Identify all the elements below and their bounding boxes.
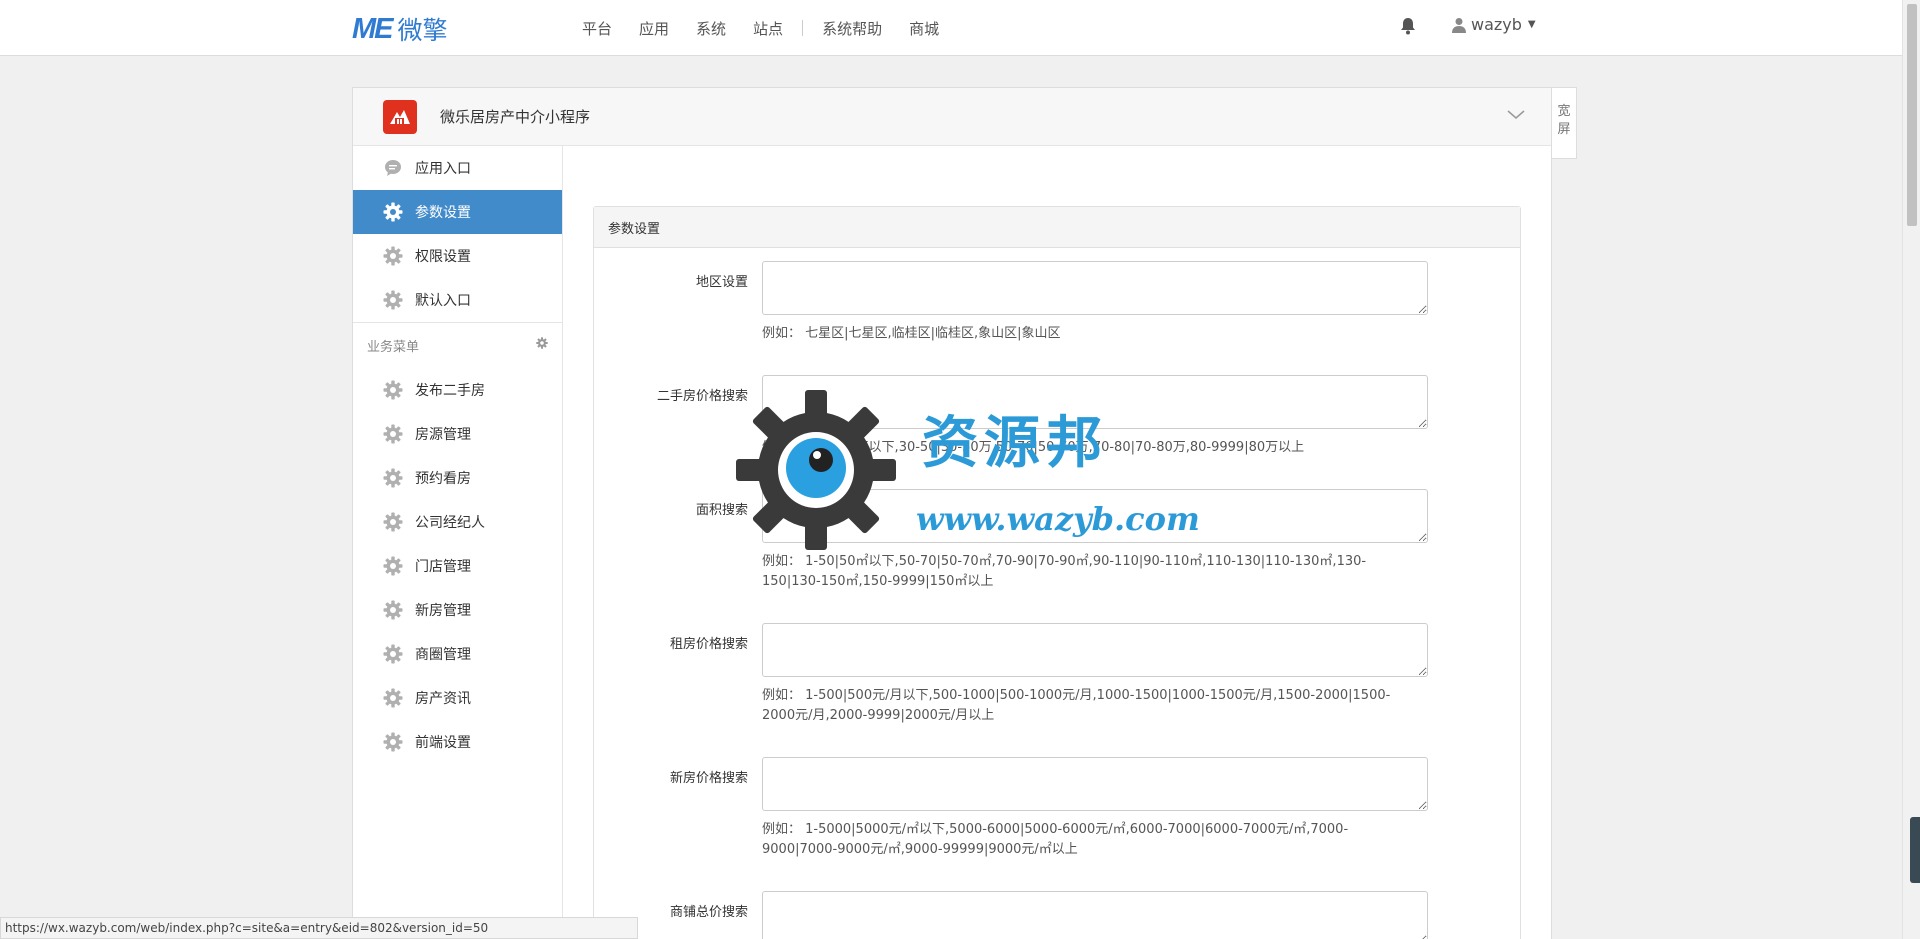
user-icon bbox=[1452, 17, 1466, 33]
nav-system[interactable]: 系统 bbox=[696, 18, 726, 39]
sidebar-item-business[interactable]: 门店管理 bbox=[353, 544, 562, 588]
nav-store[interactable]: 商城 bbox=[909, 18, 939, 39]
field-label: 租房价格搜索 bbox=[669, 637, 748, 652]
gear-icon bbox=[383, 600, 403, 620]
sidebar-item-permissions[interactable]: 权限设置 bbox=[353, 234, 562, 278]
sidebar-item-label: 公司经纪人 bbox=[415, 515, 485, 531]
sidebar-item-label: 商圈管理 bbox=[415, 647, 471, 663]
gear-icon bbox=[383, 732, 403, 752]
sidebar: 应用入口 参数设置 权限设置 默认入口 业务菜单 发布二手房房源管理预约看房公司… bbox=[353, 146, 563, 939]
wide-screen-toggle[interactable]: 宽屏 bbox=[1552, 87, 1577, 159]
gear-icon bbox=[383, 202, 403, 222]
sidebar-item-business[interactable]: 房产资讯 bbox=[353, 676, 562, 720]
rent-price-textarea[interactable] bbox=[762, 623, 1428, 677]
sidebar-item-label: 预约看房 bbox=[415, 471, 471, 487]
sidebar-item-label: 应用入口 bbox=[415, 161, 471, 177]
app-container: 微乐居房产中介小程序 应用入口 参数设置 权限设置 默认入口 业务菜单 发布二手… bbox=[352, 87, 1552, 939]
app-title: 微乐居房产中介小程序 bbox=[440, 108, 591, 126]
sidebar-item-label: 门店管理 bbox=[415, 559, 471, 575]
sidebar-item-label: 发布二手房 bbox=[415, 383, 485, 399]
field-label: 新房价格搜索 bbox=[669, 771, 748, 786]
scrollbar-thumb[interactable] bbox=[1907, 4, 1917, 226]
shop-price-textarea[interactable] bbox=[762, 891, 1428, 939]
nav-help[interactable]: 系统帮助 bbox=[822, 18, 882, 39]
app-logo-icon bbox=[383, 99, 417, 134]
nav-site[interactable]: 站点 bbox=[753, 18, 783, 39]
sidebar-group-business: 业务菜单 bbox=[353, 322, 562, 368]
chat-icon bbox=[383, 158, 403, 178]
sidebar-item-label: 默认入口 bbox=[415, 293, 471, 309]
logo-mark: ME bbox=[352, 12, 393, 45]
sidebar-item-business[interactable]: 公司经纪人 bbox=[353, 500, 562, 544]
sidebar-item-label: 新房管理 bbox=[415, 603, 471, 619]
sidebar-item-label: 前端设置 bbox=[415, 735, 471, 751]
sidebar-item-label: 权限设置 bbox=[415, 249, 471, 265]
page-scrollbar[interactable] bbox=[1902, 0, 1920, 939]
logo[interactable]: ME 微擎 bbox=[352, 12, 448, 46]
sidebar-item-business[interactable]: 预约看房 bbox=[353, 456, 562, 500]
sidebar-item-label: 参数设置 bbox=[415, 205, 471, 221]
area-textarea[interactable] bbox=[762, 489, 1428, 543]
main-content: 参数设置 地区设置 例如： 七星区|七星区,临桂区|临桂区,象山区|象山区 二手… bbox=[563, 146, 1551, 939]
sidebar-item-business[interactable]: 前端设置 bbox=[353, 720, 562, 764]
gear-icon bbox=[383, 380, 403, 400]
nav-apps[interactable]: 应用 bbox=[639, 18, 669, 39]
sidebar-item-default-entry[interactable]: 默认入口 bbox=[353, 278, 562, 322]
main-nav: 平台 应用 系统 站点 系统帮助 商城 bbox=[582, 0, 966, 56]
logo-text: 微擎 bbox=[397, 16, 448, 45]
gear-icon bbox=[383, 556, 403, 576]
settings-panel: 参数设置 地区设置 例如： 七星区|七星区,临桂区|临桂区,象山区|象山区 二手… bbox=[593, 206, 1521, 939]
username: wazyb bbox=[1471, 15, 1522, 34]
gear-icon bbox=[383, 644, 403, 664]
field-label: 地区设置 bbox=[695, 275, 748, 290]
help-text: 例如： 1-50|50㎡以下,50-70|50-70㎡,70-90|70-90㎡… bbox=[762, 554, 1367, 589]
secondhand-price-textarea[interactable] bbox=[762, 375, 1428, 429]
sidebar-item-label: 房产资讯 bbox=[415, 691, 471, 707]
gear-icon bbox=[383, 246, 403, 266]
sidebar-item-business[interactable]: 新房管理 bbox=[353, 588, 562, 632]
nav-platform[interactable]: 平台 bbox=[582, 18, 612, 39]
side-float-tab[interactable] bbox=[1910, 817, 1920, 883]
gear-icon bbox=[383, 688, 403, 708]
region-textarea[interactable] bbox=[762, 261, 1428, 315]
sidebar-item-business[interactable]: 房源管理 bbox=[353, 412, 562, 456]
business-menu: 发布二手房房源管理预约看房公司经纪人门店管理新房管理商圈管理房产资讯前端设置 bbox=[353, 368, 562, 764]
sidebar-group-title: 业务菜单 bbox=[367, 340, 420, 355]
field-label: 二手房价格搜索 bbox=[656, 389, 748, 404]
panel-title: 参数设置 bbox=[594, 207, 1520, 248]
sidebar-item-business[interactable]: 商圈管理 bbox=[353, 632, 562, 676]
sidebar-item-params[interactable]: 参数设置 bbox=[353, 190, 562, 234]
app-header[interactable]: 微乐居房产中介小程序 bbox=[353, 88, 1551, 146]
gear-icon bbox=[383, 424, 403, 444]
sidebar-item-business[interactable]: 发布二手房 bbox=[353, 368, 562, 412]
help-text: 例如： 1-5000|5000元/㎡以下,5000-6000|5000-6000… bbox=[762, 822, 1349, 857]
chevron-down-icon[interactable] bbox=[1507, 108, 1525, 122]
gear-icon bbox=[383, 290, 403, 310]
gear-icon bbox=[383, 468, 403, 488]
field-label: 面积搜索 bbox=[695, 503, 748, 518]
help-text: 例如： 七星区|七星区,临桂区|临桂区,象山区|象山区 bbox=[762, 326, 1061, 341]
help-text: 例如： 1-30|30万以下,30-50|30-50万,50-70|50-70万… bbox=[762, 440, 1305, 455]
sidebar-item-app-entry[interactable]: 应用入口 bbox=[353, 146, 562, 190]
status-bar-url: https://wx.wazyb.com/web/index.php?c=sit… bbox=[0, 917, 638, 939]
settings-icon[interactable] bbox=[536, 337, 548, 349]
caret-down-icon: ▼ bbox=[1527, 19, 1536, 30]
gear-icon bbox=[383, 512, 403, 532]
nav-divider bbox=[802, 20, 804, 36]
sidebar-item-label: 房源管理 bbox=[415, 427, 471, 443]
bell-icon[interactable] bbox=[1400, 17, 1416, 35]
newhouse-price-textarea[interactable] bbox=[762, 757, 1428, 811]
user-menu[interactable]: wazyb ▼ bbox=[1452, 15, 1536, 34]
help-text: 例如： 1-500|500元/月以下,500-1000|500-1000元/月,… bbox=[762, 688, 1391, 723]
top-navbar: ME 微擎 平台 应用 系统 站点 系统帮助 商城 wazyb ▼ bbox=[0, 0, 1902, 56]
